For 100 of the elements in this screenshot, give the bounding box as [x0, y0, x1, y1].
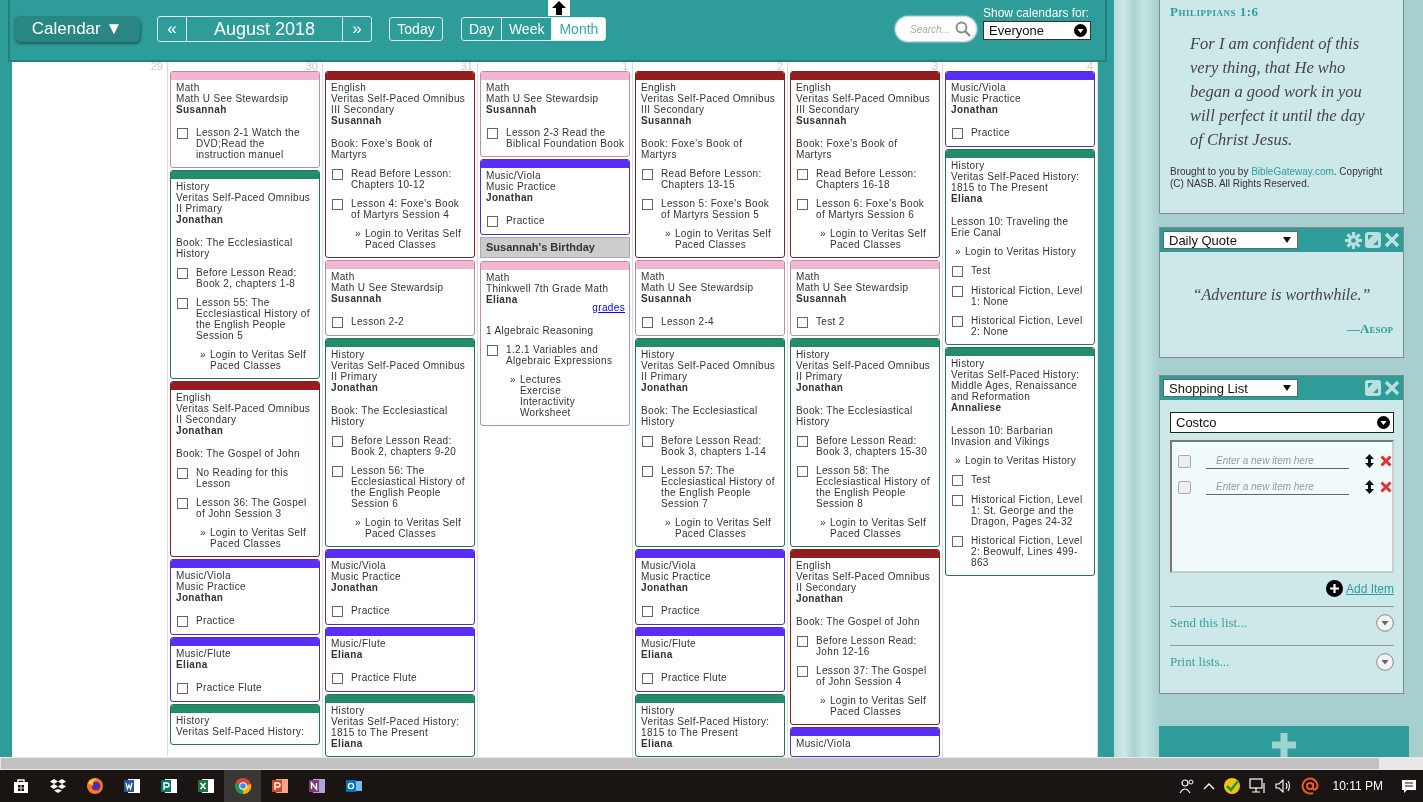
subject-label: Math [796, 271, 821, 282]
lesson-link[interactable]: Login to Veritas Self Paced Classes [829, 228, 935, 250]
task-label: Before Lesson Read: Book 3, chapters 15-30 [816, 435, 929, 457]
course-label: Music Practice [951, 93, 1022, 104]
student-name: Jonathan [176, 214, 225, 225]
task-label: Lesson 2-1 Watch the DVD;Read the instruction manuel [196, 127, 301, 160]
select-value: Costco [1176, 415, 1217, 430]
course-label: Music Practice [486, 181, 557, 192]
lesson-note: 1 Algebraic Reasoning [486, 325, 595, 336]
lesson-note: Book: Foxe’s Book of Martyrs [641, 138, 744, 160]
subject-label: English [796, 560, 833, 571]
course-label: Veritas Self-Paced Omnibus II Secondary [176, 403, 312, 425]
student-name: Eliana [486, 294, 519, 305]
course-label: Veritas Self-Paced History: 1815 to The Present [331, 716, 461, 738]
student-name: Susannah [176, 104, 228, 115]
lesson-note: Book: The Gospel of John [796, 616, 921, 627]
lesson-link[interactable]: Login to Veritas Self Paced Classes [829, 695, 935, 717]
subject-label: History [331, 349, 366, 360]
task-label: Read Before Lesson: Chapters 13-15 [661, 168, 763, 190]
subject-label: History [951, 358, 986, 369]
widget-select[interactable]: Daily Quote [1163, 231, 1298, 249]
task-label: Test 2 [816, 316, 845, 328]
student-name: Susannah [641, 293, 693, 304]
lesson-link[interactable]: Lectures [519, 374, 576, 385]
task-label: Historical Fiction, Level 2: Beowulf, Lines 499-863 [971, 535, 1084, 568]
lesson-note: Lesson 10: Barbarian Invasion and Vikings [951, 425, 1055, 447]
student-name: Eliana [641, 649, 674, 660]
subject-label: Music/Viola [176, 570, 232, 581]
task-label: Lesson 58: The Ecclesiastical History of the English People Session 8 [816, 465, 931, 509]
list-select[interactable]: Costco [1170, 412, 1394, 433]
student-name: Eliana [951, 193, 984, 204]
calendar-menu-button[interactable]: Calendar ▼ [14, 16, 140, 42]
lesson-link[interactable]: Interactivity [519, 396, 576, 407]
link-bullet: » [955, 455, 961, 466]
subject-label: History [641, 705, 676, 716]
course-label: Math U See Stewardsip [176, 93, 290, 104]
task-label: Before Lesson Read: Book 2, chapters 9-20 [351, 435, 458, 457]
student-name: Eliana [176, 659, 209, 670]
course-label: Veritas Self-Paced History: [176, 726, 306, 737]
student-name: Susannah [796, 115, 847, 126]
grades-link[interactable]: grades [486, 302, 625, 313]
link-bullet: » [665, 517, 671, 530]
task-label: Practice [506, 215, 545, 227]
lesson-link[interactable]: Worksheet [519, 407, 576, 418]
task-label: Lesson 2-2 [351, 316, 404, 328]
item-input[interactable]: Enter a new item here [1206, 479, 1349, 495]
student-name: Jonathan [796, 593, 844, 604]
student-name: Jonathan [331, 382, 380, 393]
subject-label: History [796, 349, 831, 360]
task-label: Practice [661, 605, 700, 617]
student-name: Jonathan [331, 582, 380, 593]
subject-label: English [331, 82, 368, 93]
lesson-link[interactable]: Login to Veritas Self Paced Classes [829, 517, 935, 539]
course-label: Music Practice [176, 581, 247, 592]
subject-label: History [176, 715, 211, 726]
all-day-event[interactable]: Susannah's Birthday [480, 237, 630, 258]
course-label: Thinkwell 7th Grade Math [486, 283, 610, 294]
link-bullet: » [665, 228, 671, 241]
search-field[interactable]: Search... [895, 16, 977, 42]
lesson-link[interactable]: Login to Veritas Self Paced Classes [364, 517, 470, 539]
widget-select[interactable]: Shopping List [1163, 379, 1298, 397]
course-label: Veritas Self-Paced Omnibus II Primary [331, 360, 467, 382]
subject-label: History [176, 181, 211, 192]
link-bullet: » [820, 517, 826, 530]
course-label: Math U See Stewardsip [796, 282, 910, 293]
course-label: Math U See Stewardsip [486, 93, 600, 104]
task-label: Before Lesson Read: Book 3, chapters 1-14 [661, 435, 768, 457]
subject-label: Music/Flute [331, 638, 387, 649]
task-label: Historical Fiction, Level 2: None [971, 315, 1084, 337]
subject-label: History [951, 160, 986, 171]
lesson-link[interactable]: Login to Veritas Self Paced Classes [674, 228, 780, 250]
course-label: Math U See Stewardsip [331, 282, 445, 293]
lesson-link[interactable]: Login to Veritas Self Paced Classes [364, 228, 470, 250]
clock-time[interactable]: 10:11 PM [1332, 779, 1383, 793]
lesson-link[interactable]: Login to Veritas Self Paced Classes [209, 349, 315, 371]
student-name: Jonathan [641, 582, 690, 593]
task-label: No Reading for this Lesson [196, 467, 290, 489]
link-bullet: » [200, 349, 206, 362]
student-name: Jonathan [641, 382, 690, 393]
course-label: Math U See Stewardsip [641, 282, 755, 293]
task-label: Practice Flute [196, 682, 263, 694]
subject-label: English [176, 392, 213, 403]
calendar-select[interactable]: Everyone [983, 21, 1091, 40]
item-input[interactable]: Enter a new item here [1206, 453, 1349, 469]
task-label: Read Before Lesson: Chapters 10-12 [351, 168, 453, 190]
lesson-note: Book: The Gospel of John [176, 448, 301, 459]
course-label: Music Practice [331, 571, 402, 582]
subject-label: Music/Viola [331, 560, 387, 571]
credit-text: Brought to you by BibleGateway.com. Copyright (C) NASB. All Rights Reserved. [1170, 166, 1384, 190]
show-calendars-label: Show calendars for: [983, 6, 1091, 20]
lesson-link[interactable]: Login to Veritas Self Paced Classes [209, 527, 315, 549]
lesson-link[interactable]: Login to Veritas History [964, 246, 1077, 257]
student-name: Jonathan [176, 592, 225, 603]
lesson-link[interactable]: Login to Veritas Self Paced Classes [674, 517, 780, 539]
student-name: Susannah [641, 115, 692, 126]
subject-label: Math [176, 82, 201, 93]
lesson-link[interactable]: Exercise [519, 385, 576, 396]
student-name: Jonathan [951, 104, 1000, 115]
task-label: Lesson 2-4 [661, 316, 714, 328]
lesson-link[interactable]: Login to Veritas History [964, 455, 1077, 466]
